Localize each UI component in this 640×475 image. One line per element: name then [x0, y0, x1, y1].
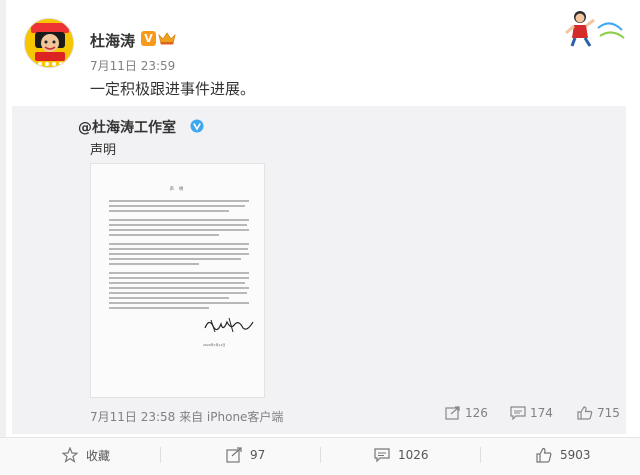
original-author-link[interactable]: @杜海涛工作室: [78, 117, 176, 137]
favorite-label: 收藏: [86, 448, 111, 463]
document-line: [109, 292, 247, 294]
share-icon: [445, 406, 460, 420]
document-line: [109, 263, 199, 265]
document-line: [109, 200, 249, 202]
document-line: [109, 253, 249, 255]
document-line: [109, 224, 247, 226]
comment-button-count: 1026: [398, 448, 429, 462]
thumbs-up-icon: [536, 447, 552, 463]
action-divider: [320, 447, 321, 463]
document-line: [109, 297, 229, 299]
document-line: [109, 248, 248, 250]
document-line: [109, 307, 209, 309]
left-gutter: [0, 0, 6, 475]
avatar[interactable]: [24, 18, 74, 68]
share-icon: [226, 447, 242, 463]
author-name[interactable]: 杜海涛: [90, 30, 135, 51]
repost-meta: 7月11日 23:58 来自 iPhone客户端: [90, 410, 284, 424]
document-line: [109, 229, 249, 231]
document-line: [109, 219, 249, 221]
comment-button[interactable]: 1026: [374, 445, 429, 465]
like-count: 715: [597, 406, 620, 420]
repost-comment-stat[interactable]: 174: [510, 406, 553, 420]
document-line: [109, 287, 249, 289]
repost-share-stat[interactable]: 126: [445, 406, 488, 420]
card-decoration-icon: [560, 8, 626, 48]
document-line: [109, 243, 249, 245]
share-count: 126: [465, 406, 488, 420]
statement-document-image[interactable]: 声 明 2022年7月11日: [90, 163, 265, 398]
document-title: 声 明: [169, 186, 186, 191]
signature-icon: [204, 317, 254, 333]
star-icon: [62, 447, 78, 463]
document-line: [109, 258, 241, 260]
share-button[interactable]: 97: [226, 445, 265, 465]
vip-badge-icon[interactable]: V: [141, 31, 156, 46]
document-line: [109, 234, 219, 236]
original-post-text: 声明: [90, 143, 117, 158]
share-button-count: 97: [250, 448, 266, 462]
like-button[interactable]: 5903: [536, 445, 591, 465]
action-divider: [480, 447, 481, 463]
favorite-button[interactable]: 收藏: [62, 445, 110, 465]
like-button-count: 5903: [560, 448, 591, 462]
document-line: [109, 210, 229, 212]
comment-count: 174: [530, 406, 553, 420]
document-line: [109, 282, 245, 284]
document-line: [109, 302, 249, 304]
repost-like-stat[interactable]: 715: [577, 406, 620, 420]
document-line: [109, 272, 249, 274]
comment-icon: [510, 406, 526, 420]
document-line: [109, 205, 245, 207]
thumbs-up-icon: [577, 406, 593, 420]
crown-badge-icon[interactable]: [158, 31, 176, 46]
document-line: [109, 277, 249, 279]
post-text: 一定积极跟进事件进展。: [90, 80, 256, 98]
post-timestamp[interactable]: 7月11日 23:59: [90, 57, 175, 74]
avatar-image: [25, 19, 73, 67]
weibo-card: 杜海涛 V 7月11日 23:59 一定积极跟进事件进展。 @杜海涛工作室 声明…: [0, 0, 640, 475]
comment-icon: [374, 448, 390, 463]
verified-icon: [190, 118, 204, 133]
action-divider: [160, 447, 161, 463]
document-date: 2022年7月11日: [203, 343, 226, 347]
